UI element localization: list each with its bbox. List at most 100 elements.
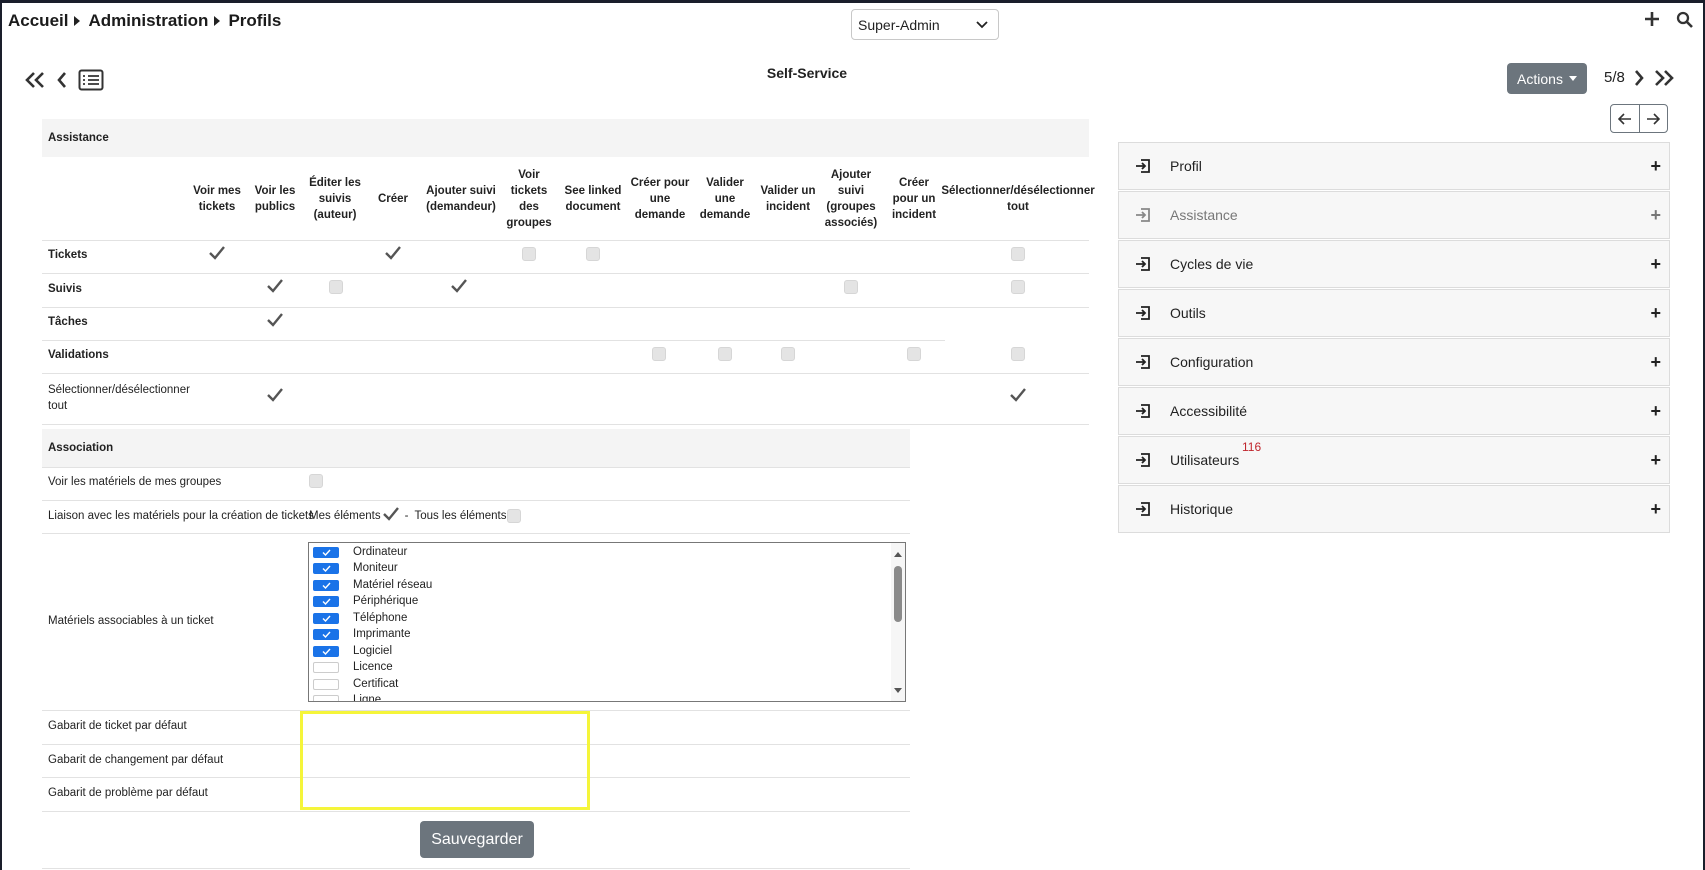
check-icon	[313, 628, 339, 640]
breadcrumb-accueil[interactable]: Accueil	[8, 11, 68, 31]
breadcrumb-administration[interactable]: Administration	[88, 11, 208, 31]
label-gabarit-changement: Gabarit de changement par défaut	[48, 754, 224, 766]
breadcrumb-profils[interactable]: Profils	[228, 11, 281, 31]
check-icon[interactable]	[267, 279, 283, 293]
association-section-header: Association	[42, 429, 910, 467]
materiels-listbox[interactable]: Ordinateur Moniteur Matériel réseau Péri…	[308, 542, 906, 702]
list-item-label: Téléphone	[353, 612, 408, 624]
check-icon[interactable]	[385, 246, 401, 260]
checkbox[interactable]	[309, 474, 323, 488]
double-chevron-right-icon[interactable]	[1653, 69, 1675, 86]
side-panel: Profil + Assistance + Cycles de vie + Ou…	[1118, 142, 1670, 534]
row-divider	[42, 500, 910, 501]
check-icon[interactable]	[209, 246, 225, 260]
side-item-cycles-de-vie[interactable]: Cycles de vie +	[1118, 240, 1670, 288]
row-divider	[42, 240, 1089, 241]
checkbox[interactable]	[844, 280, 858, 294]
col-voir-les-publics: Voir les publics	[254, 185, 296, 213]
caret-right-icon	[74, 16, 81, 26]
list-item[interactable]: Téléphone	[313, 610, 407, 626]
row-label-taches: Tâches	[48, 316, 88, 328]
side-item-label: Profil	[1170, 158, 1202, 174]
check-icon[interactable]	[1010, 388, 1026, 402]
col-valider-incident: Valider un incident	[760, 185, 816, 213]
listbox-scrollbar[interactable]	[891, 543, 905, 701]
dash-separator: -	[404, 510, 409, 522]
plus-icon: +	[1650, 205, 1661, 225]
plus-icon[interactable]	[1644, 11, 1660, 27]
list-icon[interactable]	[78, 69, 104, 91]
check-icon[interactable]	[451, 279, 467, 293]
list-item[interactable]: Moniteur	[313, 560, 398, 576]
next-tab-button[interactable]	[1640, 105, 1668, 132]
checkbox[interactable]	[907, 347, 921, 361]
check-icon[interactable]	[267, 388, 283, 402]
save-button[interactable]: Sauvegarder	[420, 821, 534, 858]
side-item-configuration[interactable]: Configuration +	[1118, 338, 1670, 386]
caret-down-icon	[1568, 76, 1577, 81]
checkbox[interactable]	[507, 509, 522, 523]
col-ajouter-suivi-demandeur: Ajouter suivi (demandeur)	[426, 185, 496, 213]
row-divider	[42, 868, 910, 869]
side-item-historique[interactable]: Historique +	[1118, 485, 1670, 533]
list-item[interactable]: Logiciel	[313, 643, 392, 659]
check-icon[interactable]	[267, 313, 283, 327]
checkbox[interactable]	[586, 247, 600, 261]
checkbox[interactable]	[781, 347, 795, 361]
row-divider	[42, 533, 910, 534]
list-item[interactable]: Ordinateur	[313, 544, 407, 560]
list-item[interactable]: Imprimante	[313, 626, 411, 642]
plus-icon: +	[1650, 156, 1661, 176]
check-icon[interactable]	[382, 507, 399, 521]
chevron-right-icon[interactable]	[1633, 69, 1645, 86]
double-chevron-left-icon[interactable]	[24, 72, 46, 88]
plus-icon: +	[1650, 352, 1661, 372]
actions-button[interactable]: Actions	[1507, 63, 1587, 94]
check-icon	[313, 645, 339, 657]
list-item[interactable]: Licence	[313, 659, 393, 675]
label-gabarit-probleme: Gabarit de problème par défaut	[48, 787, 208, 799]
check-icon	[313, 595, 339, 607]
enter-icon	[1136, 257, 1150, 271]
checkbox[interactable]	[1011, 247, 1025, 261]
side-item-profil[interactable]: Profil +	[1118, 142, 1670, 190]
profile-select[interactable]: Super-Admin	[851, 9, 999, 40]
page-title: Self-Service	[766, 65, 848, 81]
checkbox	[313, 661, 339, 673]
list-item-label: Imprimante	[353, 628, 411, 640]
count-badge: 116	[1242, 440, 1262, 454]
list-item[interactable]: Périphérique	[313, 593, 418, 609]
checkbox	[313, 678, 339, 690]
list-item-label: Ligne	[353, 694, 382, 702]
side-item-utilisateurs[interactable]: Utilisateurs 116 +	[1118, 436, 1670, 484]
list-item[interactable]: Ligne	[313, 692, 382, 702]
scroll-up-icon[interactable]	[891, 549, 905, 561]
scroll-down-icon[interactable]	[891, 685, 905, 697]
checkbox[interactable]	[1011, 280, 1025, 294]
checkbox[interactable]	[718, 347, 732, 361]
scrollbar-thumb[interactable]	[894, 566, 902, 622]
list-item[interactable]: Matériel réseau	[313, 577, 432, 593]
checkbox[interactable]	[329, 280, 343, 294]
list-item[interactable]: Certificat	[313, 676, 398, 692]
col-ajouter-suivi-groupes: Ajouter suivi (groupes associés)	[824, 169, 878, 229]
checkbox[interactable]	[652, 347, 666, 361]
row-divider	[42, 424, 1089, 425]
checkbox[interactable]	[522, 247, 536, 261]
search-icon[interactable]	[1676, 11, 1693, 28]
check-icon	[313, 546, 339, 558]
enter-icon	[1136, 355, 1150, 369]
checkbox[interactable]	[1011, 347, 1025, 361]
side-item-assistance[interactable]: Assistance +	[1118, 191, 1670, 239]
previous-tab-button[interactable]	[1611, 105, 1640, 132]
row-divider	[42, 273, 1089, 274]
row-divider	[42, 467, 910, 468]
col-voir-mes-tickets: Voir mes tickets	[193, 185, 241, 213]
check-icon	[313, 612, 339, 624]
row-label-suivis: Suivis	[48, 283, 82, 295]
side-item-label: Utilisateurs	[1170, 452, 1240, 468]
side-item-outils[interactable]: Outils +	[1118, 289, 1670, 337]
side-item-accessibilite[interactable]: Accessibilité +	[1118, 387, 1670, 435]
chevron-left-icon[interactable]	[56, 72, 68, 88]
association-section-title: Association	[48, 442, 114, 454]
